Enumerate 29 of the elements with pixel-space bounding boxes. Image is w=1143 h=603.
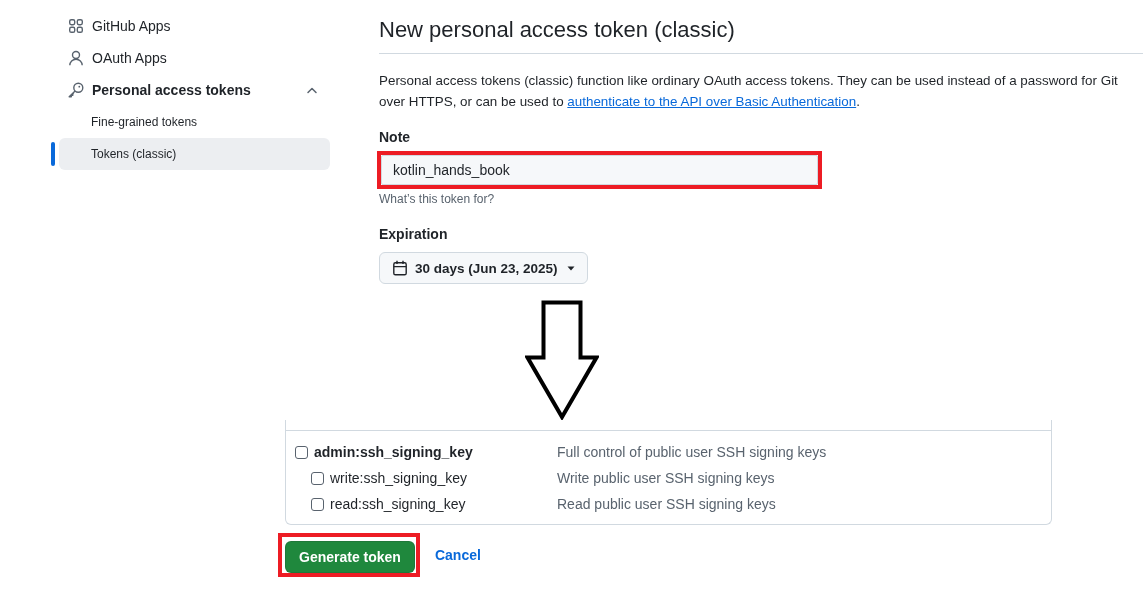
generate-token-button[interactable]: Generate token — [285, 541, 415, 573]
person-icon — [68, 50, 84, 66]
active-indicator — [51, 142, 55, 166]
scope-description: Read public user SSH signing keys — [557, 496, 777, 512]
hint-text: What’s this token for? — [379, 191, 495, 208]
field-label: Note — [379, 128, 411, 147]
checkbox[interactable] — [311, 471, 324, 485]
sidebar-item[interactable]: OAuth Apps — [59, 42, 330, 74]
down-arrow-icon — [525, 300, 599, 420]
checkbox[interactable] — [311, 497, 324, 511]
page-title: New personal access token (classic) — [379, 16, 735, 44]
scope-name: write:ssh_signing_key — [330, 470, 467, 486]
sidebar-item[interactable]: Personal access tokens — [59, 74, 330, 106]
key-icon — [68, 82, 84, 98]
cancel-link[interactable]: Cancel — [434, 547, 481, 563]
apps-grid-icon — [68, 18, 84, 34]
field-label: Expiration — [379, 225, 448, 244]
scope-description: Write public user SSH signing keys — [557, 470, 776, 486]
sidebar-item[interactable]: GitHub Apps — [59, 10, 330, 42]
description-text: Personal access tokens (classic) function like ordinary OAuth access tokens. They can be used instead of a password for Git over HTTPS, or can be used to authenticate to the API over Basic Authentication. — [379, 72, 1119, 111]
sidebar-item[interactable]: Tokens (classic) — [59, 138, 330, 170]
calendar-icon — [392, 260, 408, 276]
scope-name: read:ssh_signing_key — [330, 496, 466, 512]
checkbox[interactable] — [295, 445, 308, 459]
sidebar-item[interactable]: Fine-grained tokens — [59, 106, 330, 138]
expiration-dropdown[interactable]: 30 days (Jun 23, 2025) — [379, 252, 588, 284]
scope-description: Full control of public user SSH signing keys — [557, 444, 828, 460]
note-input[interactable]: kotlin_hands_book — [381, 155, 818, 185]
scope-name: admin:ssh_signing_key — [314, 444, 473, 460]
